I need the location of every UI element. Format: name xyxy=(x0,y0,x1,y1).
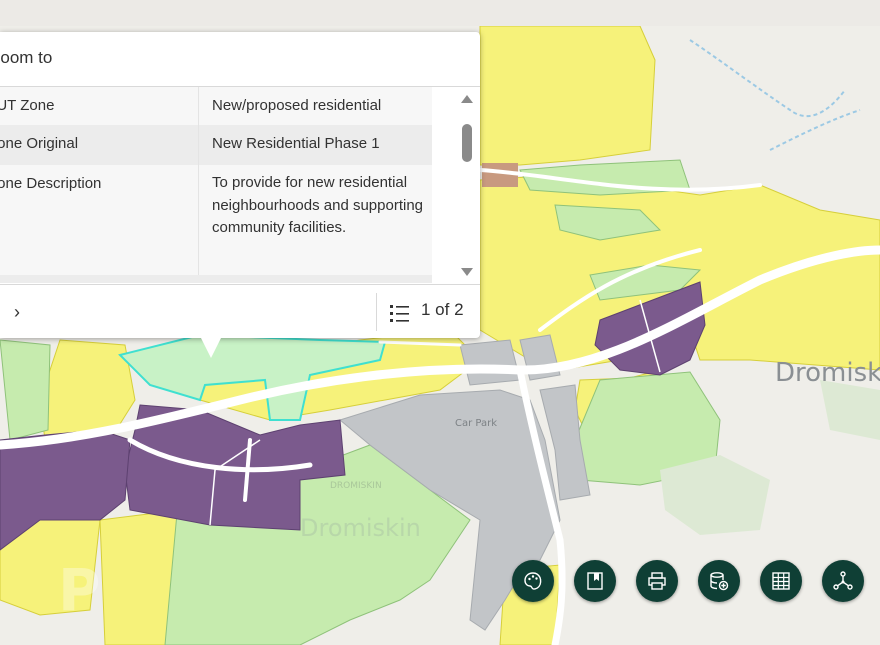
feature-popup: Zoom to LUT Zone New/proposed residentia… xyxy=(0,32,480,338)
database-add-icon xyxy=(710,572,729,591)
town-label-east: Dromisk xyxy=(775,358,880,388)
attr-field-value: New/proposed residential xyxy=(212,97,382,114)
attr-row: Zone Original New Residential Phase 1 xyxy=(0,125,432,165)
bookmark-icon xyxy=(587,572,603,590)
column-divider xyxy=(198,165,199,275)
print-button[interactable] xyxy=(636,560,678,602)
attr-row xyxy=(0,275,432,283)
top-bar xyxy=(0,0,880,26)
column-divider xyxy=(198,125,199,165)
table-icon xyxy=(772,572,790,590)
attr-field-name: LUT Zone xyxy=(0,97,55,114)
attr-field-name: Zone Original xyxy=(0,135,79,152)
popup-header[interactable]: Zoom to xyxy=(0,32,480,87)
attr-field-value: New Residential Phase 1 xyxy=(212,135,380,152)
attr-row: LUT Zone New/proposed residential xyxy=(0,87,432,125)
small-place-label: DROMISKIN xyxy=(330,481,382,491)
popup-scrollbar[interactable] xyxy=(455,87,477,283)
watermark-logo: P xyxy=(58,556,101,624)
add-data-button[interactable] xyxy=(698,560,740,602)
popup-pointer xyxy=(201,338,221,358)
list-icon[interactable] xyxy=(389,302,411,324)
attr-row: Zone Description To provide for new resi… xyxy=(0,165,432,275)
column-divider xyxy=(198,87,199,125)
bookmarks-button[interactable] xyxy=(574,560,616,602)
share-icon xyxy=(833,571,853,590)
attr-field-value: To provide for new residential neighbour… xyxy=(212,174,424,236)
footer-divider xyxy=(376,293,377,331)
share-button[interactable] xyxy=(822,560,864,602)
car-park-label: Car Park xyxy=(455,418,498,429)
printer-icon xyxy=(648,572,666,590)
scroll-thumb[interactable] xyxy=(462,124,472,162)
attr-field-name: Zone Description xyxy=(0,175,102,192)
palette-icon xyxy=(524,572,542,590)
feature-pager: 1 of 2 xyxy=(421,300,464,319)
zoom-to-action[interactable]: Zoom to xyxy=(0,48,52,68)
attribute-table-button[interactable] xyxy=(760,560,802,602)
next-feature-button[interactable]: › xyxy=(4,299,30,325)
scroll-down-arrow[interactable] xyxy=(461,268,473,276)
town-label-center: Dromiskin xyxy=(300,514,421,542)
basemap-gallery-button[interactable] xyxy=(512,560,554,602)
attribute-table: LUT Zone New/proposed residential Zone O… xyxy=(0,87,432,283)
scroll-up-arrow[interactable] xyxy=(461,95,473,103)
popup-footer: › 1 of 2 xyxy=(0,284,480,339)
